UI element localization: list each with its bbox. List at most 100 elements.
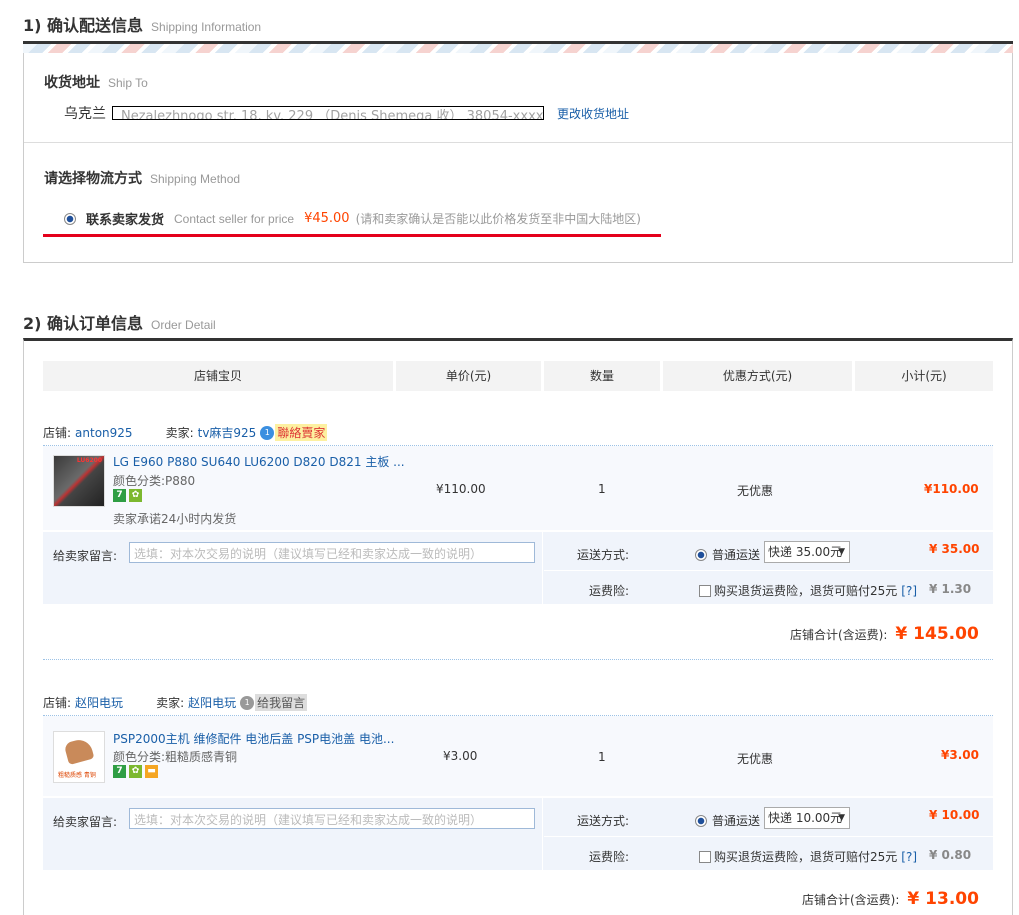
section-title-zh: 1) 确认配送信息 [23, 16, 144, 35]
address-country: 乌克兰 [64, 106, 106, 122]
method-option-label: 联系卖家发货 [86, 213, 165, 228]
credit-card-icon[interactable]: ▬ [145, 765, 158, 778]
shipping-label: 运送方式: [577, 814, 630, 828]
seven-day-return-icon[interactable]: 7 [113, 765, 126, 778]
ship-to-title: 收货地址 Ship To [44, 72, 148, 92]
radio-selected-icon[interactable] [695, 548, 707, 561]
ship-to-title-en: Ship To [108, 76, 148, 90]
contact-seller-button[interactable]: 1 聯絡賣家 [260, 424, 328, 441]
change-address-link[interactable]: 更改收货地址 [557, 105, 629, 122]
column-divider [542, 798, 543, 870]
seller-name-link[interactable]: tv麻吉925 [198, 424, 257, 441]
method-option-en: Contact seller for price [174, 211, 295, 226]
shipping-select[interactable]: 快递 35.00元 ▼ [764, 541, 850, 563]
shop-label: 店铺: [43, 426, 72, 440]
shop-total-label: 店铺合计(含运费): [802, 893, 900, 907]
shop-total-label: 店铺合计(含运费): [790, 628, 888, 642]
product-title-link[interactable]: PSP2000主机 维修配件 电池后盖 PSP电池盖 电池... [113, 730, 394, 747]
shop-name-link[interactable]: anton925 [75, 426, 133, 440]
method-title-zh: 请选择物流方式 [44, 171, 142, 187]
dropdown-arrow-icon: ▼ [838, 547, 845, 557]
normal-shipping-option[interactable]: 普通运送 [695, 812, 760, 829]
insurance-checkbox[interactable] [699, 850, 711, 863]
insurance-text: 购买退货运费险，退货可赔付25元 [714, 850, 898, 864]
section-title-en: Shipping Information [151, 20, 262, 34]
airmail-stripe [23, 41, 1013, 53]
seller-name-link[interactable]: 赵阳电玩 [188, 694, 236, 711]
product-title-link[interactable]: LG E960 P880 SU640 LU6200 D820 D821 主板 .… [113, 453, 405, 470]
thumbnail-label: 粗糙质感 青铜 [58, 772, 96, 779]
consumer-protection-icon[interactable]: ✿ [129, 489, 142, 502]
service-badges: 7 ✿ ▬ [113, 765, 158, 778]
normal-shipping-option[interactable]: 普通运送 [695, 546, 760, 563]
shipping-method-option[interactable]: 联系卖家发货 Contact seller for price ¥45.00 (… [64, 209, 641, 228]
message-label: 给卖家留言: [53, 815, 118, 829]
address-redacted-box: Nezalezhnogo str. 18, kv. 229 （Denis She… [112, 106, 544, 120]
radio-selected-icon[interactable] [695, 814, 707, 827]
unit-price: ¥110.00 [436, 482, 486, 496]
product-attribute: 颜色分类:粗糙质感青铜 [113, 750, 238, 764]
insurance-label: 运费险: [589, 584, 630, 598]
address-obscured-text: Nezalezhnogo str. 18, kv. 229 （Denis She… [121, 109, 544, 120]
row-divider [544, 836, 993, 837]
unit-price: ¥3.00 [443, 749, 478, 763]
highlight-underline [43, 234, 661, 237]
method-price: ¥45.00 [304, 211, 350, 226]
product-thumbnail[interactable]: 粗糙质感 青铜 [53, 731, 105, 783]
ship-to-title-zh: 收货地址 [44, 75, 100, 91]
thumbnail-shape [63, 737, 95, 765]
dotted-divider [43, 659, 993, 660]
shop-total-value: ¥ 145.00 [895, 624, 979, 644]
shipping-select-value: 快递 35.00元 [768, 545, 843, 559]
insurance-option[interactable]: 购买退货运费险，退货可赔付25元 [?] [699, 582, 917, 599]
insurance-text: 购买退货运费险，退货可赔付25元 [714, 584, 898, 598]
product-thumbnail[interactable]: LU6200 [53, 455, 105, 507]
column-header-subtotal: 小计(元) [855, 361, 993, 391]
help-link[interactable]: [?] [901, 850, 917, 864]
delivery-promise: 卖家承诺24小时内发货 [113, 512, 237, 526]
quantity: 1 [598, 750, 606, 764]
thumbnail-label: LU6200 [76, 457, 102, 464]
insurance-option[interactable]: 购买退货运费险，退货可赔付25元 [?] [699, 848, 917, 865]
consumer-protection-icon[interactable]: ✿ [129, 765, 142, 778]
shop-info-row: 店铺: anton925 卖家: tv麻吉925 1 聯絡賣家 [43, 424, 328, 441]
message-to-seller-input[interactable]: 选填：对本次交易的说明（建议填写已经和卖家达成一致的说明） [129, 542, 535, 563]
column-header-item: 店铺宝贝 [43, 361, 393, 391]
insurance-fee: ¥ 1.30 [929, 582, 972, 596]
shipping-label: 运送方式: [577, 548, 630, 562]
leave-message-button[interactable]: 1 给我留言 [240, 694, 308, 711]
section-title-zh: 2) 确认订单信息 [23, 314, 144, 333]
radio-selected-icon[interactable] [64, 212, 76, 225]
section-title-en: Order Detail [151, 318, 216, 332]
shop-info-row: 店铺: 赵阳电玩 卖家: 赵阳电玩 1 给我留言 [43, 694, 308, 711]
message-to-seller-input[interactable]: 选填：对本次交易的说明（建议填写已经和卖家达成一致的说明） [129, 808, 535, 829]
quantity: 1 [598, 482, 606, 496]
method-note: (请和卖家确认是否能以此价格发货至非中国大陆地区) [355, 212, 641, 226]
shipping-select[interactable]: 快递 10.00元 ▼ [764, 807, 850, 829]
service-badges: 7 ✿ [113, 489, 142, 502]
seller-label: 卖家: [156, 696, 185, 710]
contact-seller-label: 聯絡賣家 [275, 424, 328, 441]
insurance-checkbox[interactable] [699, 584, 711, 597]
discount: 无优惠 [737, 752, 774, 766]
normal-shipping-label: 普通运送 [712, 814, 761, 828]
leave-message-label: 给我留言 [255, 694, 308, 711]
column-header-price: 单价(元) [396, 361, 541, 391]
shop-name-link[interactable]: 赵阳电玩 [75, 694, 123, 711]
dropdown-arrow-icon: ▼ [838, 813, 845, 823]
wangwang-icon: 1 [240, 695, 255, 710]
help-link[interactable]: [?] [901, 584, 917, 598]
seven-day-return-icon[interactable]: 7 [113, 489, 126, 502]
shop-total-row: 店铺合计(含运费): ¥ 145.00 [790, 624, 979, 644]
section-title-order-detail: 2) 确认订单信息 Order Detail [23, 310, 216, 334]
item-subtotal: ¥3.00 [941, 748, 979, 762]
shop-label: 店铺: [43, 696, 72, 710]
normal-shipping-label: 普通运送 [712, 548, 761, 562]
seller-label: 卖家: [165, 426, 194, 440]
shipping-select-value: 快递 10.00元 [768, 811, 843, 825]
column-header-qty: 数量 [544, 361, 660, 391]
column-divider [542, 532, 543, 604]
shipping-info-box [23, 41, 1013, 263]
method-title-en: Shipping Method [150, 172, 241, 186]
shop-total-row: 店铺合计(含运费): ¥ 13.00 [802, 889, 979, 909]
